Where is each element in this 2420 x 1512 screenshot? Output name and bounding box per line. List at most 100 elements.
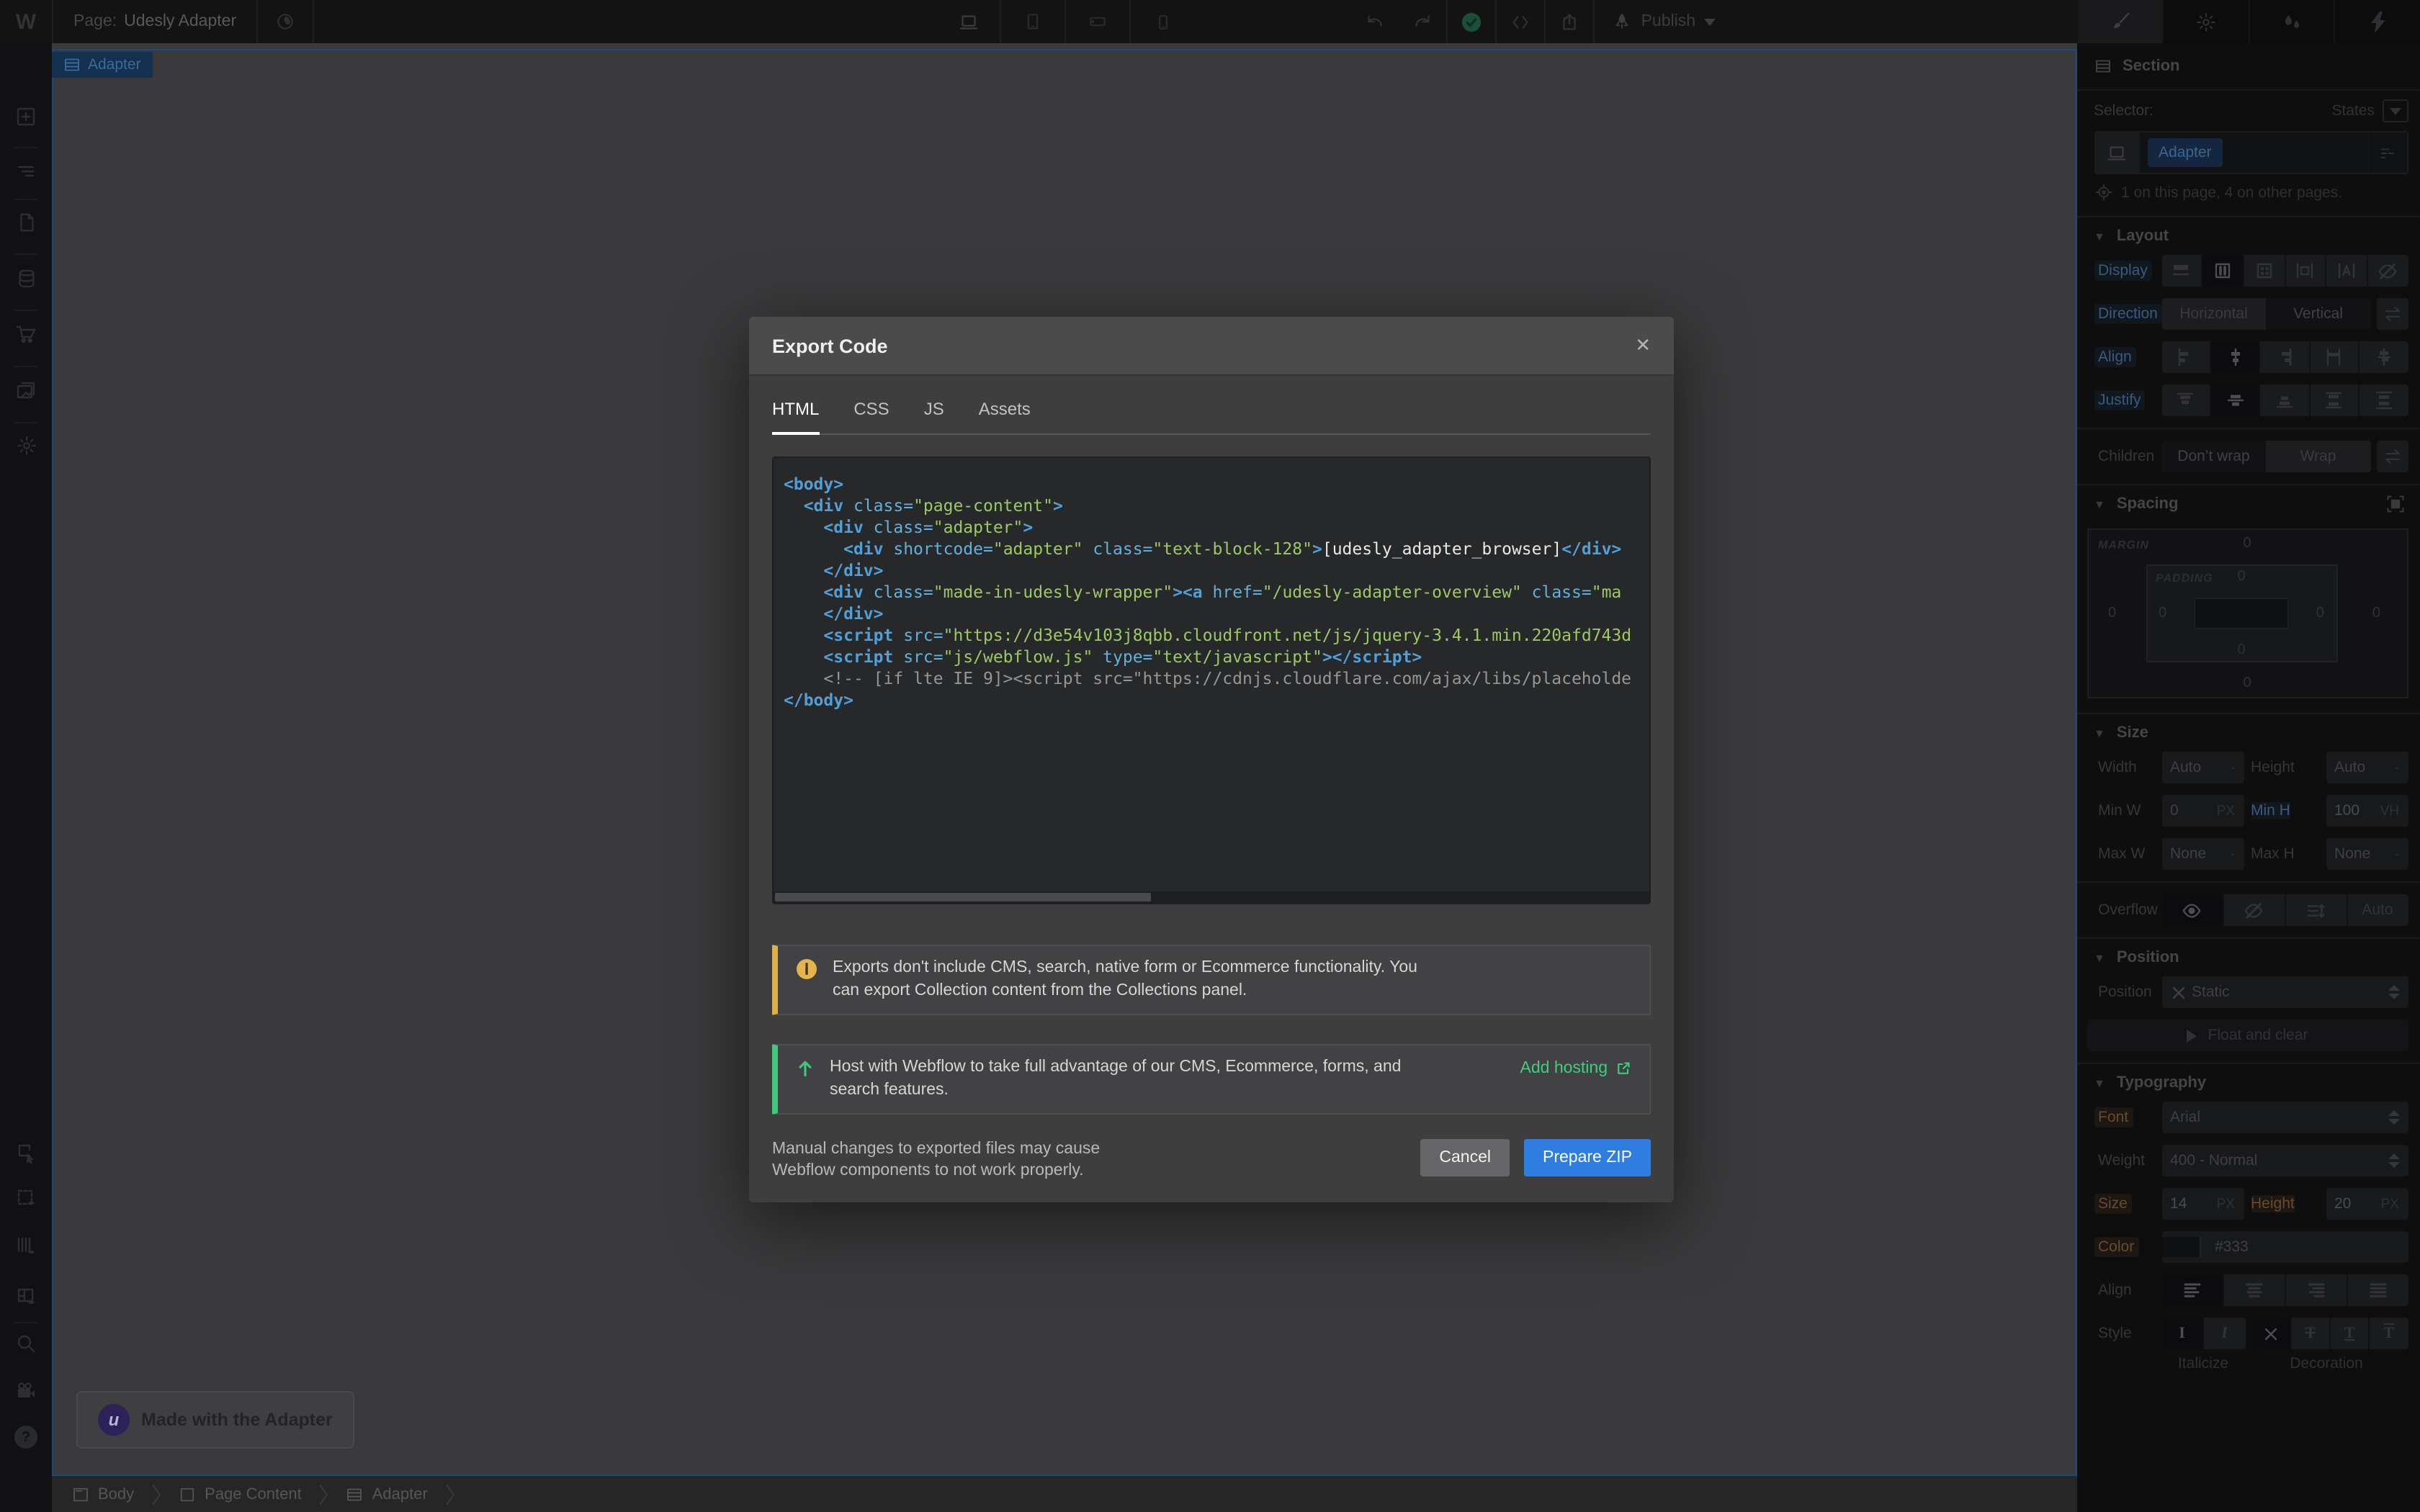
saved-status-button[interactable]: [1448, 0, 1496, 43]
display-grid-button[interactable]: [2243, 255, 2284, 287]
add-elements-button[interactable]: [0, 98, 52, 135]
selector-field[interactable]: Adapter: [2094, 131, 2408, 174]
layout-header[interactable]: ▼Layout: [2076, 217, 2420, 255]
align-center-button[interactable]: [2210, 341, 2259, 373]
align-end-button[interactable]: [2259, 341, 2309, 373]
color-field[interactable]: #333: [2161, 1231, 2408, 1263]
overflow-visible-button[interactable]: [2161, 894, 2222, 926]
breadcrumb-item-page-content[interactable]: Page Content: [173, 1485, 308, 1503]
navigator-button[interactable]: [0, 153, 52, 190]
margin-left-value[interactable]: 0: [2108, 606, 2116, 621]
display-block-button[interactable]: [2161, 255, 2201, 287]
padding-bottom-value[interactable]: 0: [2237, 642, 2245, 658]
display-inline-button[interactable]: [2325, 255, 2366, 287]
max-h-field[interactable]: None-: [2326, 838, 2408, 870]
display-flex-button[interactable]: [2201, 255, 2242, 287]
tab-css[interactable]: CSS: [853, 399, 889, 433]
weight-dropdown[interactable]: 400 - Normal: [2161, 1145, 2408, 1176]
position-header[interactable]: ▼Position: [2076, 939, 2420, 976]
children-dont-wrap-button[interactable]: Don’t wrap: [2161, 441, 2266, 472]
spacing-diagram[interactable]: MARGIN 0 0 0 0 PADDING 0 0 0 0: [2087, 528, 2408, 698]
justify-center-button[interactable]: [2210, 384, 2259, 416]
cancel-button[interactable]: Cancel: [1420, 1139, 1510, 1176]
direction-vertical-button[interactable]: Vertical: [2266, 298, 2370, 330]
undo-button[interactable]: [1352, 0, 1399, 43]
padding-left-value[interactable]: 0: [2159, 606, 2166, 621]
horizontal-scrollbar[interactable]: [774, 891, 1649, 903]
breadcrumb-item-body[interactable]: Body: [66, 1485, 140, 1503]
padding-right-value[interactable]: 0: [2316, 606, 2324, 621]
wrap-reverse-button[interactable]: [2376, 441, 2408, 472]
overflow-scroll-button[interactable]: [2284, 894, 2346, 926]
height-field[interactable]: Auto-: [2326, 752, 2408, 783]
redo-button[interactable]: [1399, 0, 1447, 43]
justify-start-button[interactable]: [2161, 384, 2210, 416]
margin-right-value[interactable]: 0: [2372, 606, 2380, 621]
preview-toggle-button[interactable]: [258, 0, 313, 43]
select-tool-button[interactable]: [0, 1133, 52, 1171]
spacing-mode-icon[interactable]: [2385, 494, 2406, 514]
breakpoint-landscape-button[interactable]: [1066, 0, 1129, 43]
spacing-header[interactable]: ▼Spacing: [2076, 485, 2420, 523]
tab-element-settings[interactable]: [2162, 0, 2248, 43]
margin-bottom-value[interactable]: 0: [2243, 675, 2251, 691]
decoration-strike-button[interactable]: T: [2290, 1318, 2330, 1349]
tab-js[interactable]: JS: [924, 399, 944, 433]
line-height-field[interactable]: 20PX: [2326, 1188, 2408, 1220]
justify-between-button[interactable]: [2308, 384, 2358, 416]
made-with-adapter-badge[interactable]: u Made with the Adapter: [76, 1391, 354, 1449]
scrollbar-thumb[interactable]: [775, 893, 1152, 901]
text-align-justify-button[interactable]: [2346, 1274, 2408, 1306]
direction-reverse-button[interactable]: [2376, 298, 2408, 330]
tab-html[interactable]: HTML: [772, 399, 819, 433]
overflow-auto-button[interactable]: Auto: [2346, 894, 2408, 926]
min-w-field[interactable]: 0PX: [2161, 795, 2244, 827]
breakpoint-desktop-button[interactable]: [936, 0, 1000, 43]
tab-interactions[interactable]: [2334, 0, 2420, 43]
close-button[interactable]: ✕: [1635, 334, 1651, 357]
help-button[interactable]: ?: [0, 1418, 52, 1456]
text-align-left-button[interactable]: [2161, 1274, 2222, 1306]
style-normal-button[interactable]: I: [2161, 1318, 2202, 1349]
style-italic-button[interactable]: I: [2202, 1318, 2245, 1349]
font-size-field[interactable]: 14PX: [2161, 1188, 2244, 1220]
max-w-field[interactable]: None-: [2161, 838, 2244, 870]
share-button[interactable]: [1546, 0, 1594, 43]
tab-assets[interactable]: Assets: [979, 399, 1031, 433]
xray-mode-button[interactable]: [0, 1179, 52, 1217]
tab-style-manager[interactable]: [2249, 0, 2334, 43]
float-and-clear-toggle[interactable]: Float and clear: [2087, 1020, 2408, 1051]
video-tutorials-button[interactable]: [0, 1372, 52, 1410]
text-align-right-button[interactable]: [2284, 1274, 2346, 1306]
prepare-zip-button[interactable]: Prepare ZIP: [1524, 1139, 1651, 1176]
position-dropdown[interactable]: Static: [2161, 976, 2408, 1008]
justify-around-button[interactable]: [2358, 384, 2408, 416]
pages-button[interactable]: [0, 203, 52, 240]
ecommerce-button[interactable]: [0, 315, 52, 353]
layout-toggle-button[interactable]: [0, 1277, 52, 1315]
min-h-field[interactable]: 100VH: [2326, 795, 2408, 827]
states-dropdown[interactable]: States: [2331, 99, 2408, 122]
add-hosting-link[interactable]: Add hosting: [1520, 1057, 1633, 1077]
justify-end-button[interactable]: [2259, 384, 2309, 416]
search-button[interactable]: [0, 1325, 52, 1362]
publish-button[interactable]: Publish: [1595, 0, 1733, 43]
assets-button[interactable]: [0, 372, 52, 409]
align-baseline-button[interactable]: [2358, 341, 2408, 373]
display-inline-block-button[interactable]: [2284, 255, 2325, 287]
class-chip[interactable]: Adapter: [2147, 138, 2223, 167]
breakpoint-tablet-button[interactable]: [1001, 0, 1065, 43]
overflow-hidden-button[interactable]: [2222, 894, 2284, 926]
width-field[interactable]: Auto-: [2161, 752, 2244, 783]
display-none-button[interactable]: [2367, 255, 2408, 287]
size-header[interactable]: ▼Size: [2076, 714, 2420, 752]
page-selector[interactable]: Page: Udesly Adapter: [53, 0, 256, 43]
align-stretch-button[interactable]: [2308, 341, 2358, 373]
typography-header[interactable]: ▼Typography: [2076, 1064, 2420, 1102]
text-align-center-button[interactable]: [2222, 1274, 2284, 1306]
project-settings-button[interactable]: [0, 426, 52, 464]
font-dropdown[interactable]: Arial: [2161, 1102, 2408, 1133]
breadcrumb-item-adapter[interactable]: Adapter: [341, 1485, 434, 1503]
padding-top-value[interactable]: 0: [2237, 569, 2245, 585]
cms-collections-button[interactable]: [0, 259, 52, 297]
